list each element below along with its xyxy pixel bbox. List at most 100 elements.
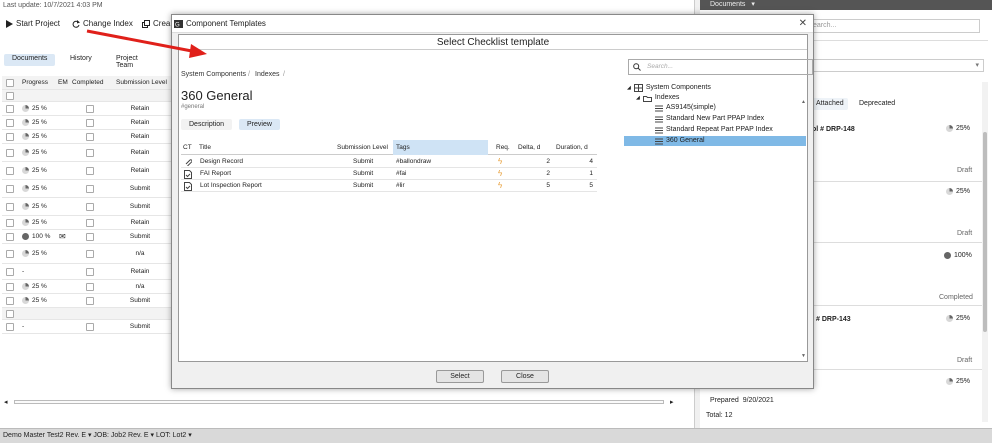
scroll-down-icon[interactable]: ▼ [801,353,806,359]
row-checkbox[interactable] [6,202,14,211]
row-checkbox[interactable] [6,282,14,291]
progress-pie-icon [946,315,953,322]
close-button[interactable]: Close [501,370,549,383]
completed-checkbox[interactable] [86,267,94,276]
completed-checkbox[interactable] [86,118,94,127]
table-row[interactable] [2,308,172,320]
collapse-icon[interactable]: ◢ [627,83,631,93]
lightning-icon: ϟ [498,169,503,178]
table-row[interactable]: 25 % Submit [2,198,172,216]
row-title[interactable]: Design Record [200,156,243,168]
scrollbar-track[interactable] [14,400,664,404]
table-row[interactable]: 25 % n/a [2,244,172,264]
row-duration: 5 [589,182,593,189]
table-row[interactable]: 100 % ✉ Submit [2,230,172,244]
completed-checkbox[interactable] [86,202,94,211]
table-row[interactable]: 25 % Retain [2,130,172,144]
documents-search-input[interactable]: earch... [810,19,980,33]
completed-checkbox[interactable] [86,148,94,157]
completed-checkbox[interactable] [86,232,94,241]
tree-node-indexes[interactable]: ◢ Indexes [636,93,679,103]
row-checkbox[interactable] [6,249,14,258]
scroll-right-icon[interactable]: ▸ [670,398,674,406]
tree-node-template[interactable]: AS9145(simple) [624,103,806,113]
tree-node-template[interactable]: Standard Repeat Part PPAP Index [624,125,806,135]
table-row[interactable]: 25 % Submit [2,180,172,198]
tree-node-template[interactable]: Standard New Part PPAP Index [624,114,806,124]
completed-checkbox[interactable] [86,249,94,258]
scroll-up-icon[interactable]: ▲ [801,99,806,105]
table-row[interactable]: 25 % Retain [2,216,172,230]
table-row[interactable]: - Retain [2,264,172,280]
row-title[interactable]: Lot Inspection Report [200,180,262,192]
row-submission-level: Submit [353,182,374,189]
completed-checkbox[interactable] [86,322,94,331]
chevron-down-icon[interactable]: ▾ [186,432,192,439]
table-row[interactable]: 25 % Submit [2,294,172,308]
row-checkbox[interactable] [6,118,14,127]
row-checkbox[interactable] [6,267,14,276]
completed-checkbox[interactable] [86,166,94,175]
tree-node-template[interactable]: 360 General [624,136,806,146]
table-row[interactable]: Lot Inspection Report Submit #lir ϟ 5 5 [181,180,597,192]
table-row[interactable]: 25 % n/a [2,280,172,294]
chevron-down-icon[interactable]: ▾ [149,432,156,439]
scroll-left-icon[interactable]: ◂ [4,398,8,406]
row-checkbox[interactable] [6,322,14,331]
tab-deprecated[interactable]: Deprecated [855,98,899,110]
close-icon[interactable]: ✕ [799,15,807,33]
filter-select[interactable]: ▾ [812,59,984,72]
tree-node-system-components[interactable]: ◢ System Components [627,83,711,93]
table-row[interactable]: - Submit [2,320,172,334]
header-tags[interactable]: Tags [393,140,488,155]
table-row[interactable] [2,90,172,102]
doc-title[interactable]: # DRP-143 [816,316,851,323]
dialog-titlebar: G Component Templates ✕ [172,15,813,33]
completed-checkbox[interactable] [86,184,94,193]
completed-checkbox[interactable] [86,132,94,141]
doc-title[interactable]: ol # DRP-148 [812,126,855,133]
select-button[interactable]: Select [436,370,484,383]
select-all-checkbox[interactable] [6,78,14,87]
tab-description[interactable]: Description [181,119,233,130]
row-checkbox[interactable] [6,91,14,100]
table-row[interactable]: Design Record Submit #ballondraw ϟ 2 4 [181,156,597,168]
completed-checkbox[interactable] [86,282,94,291]
table-row[interactable]: FAI Report Submit #fai ϟ 2 1 [181,168,597,180]
horizontal-scrollbar[interactable]: ◂ ▸ [0,397,694,407]
row-checkbox[interactable] [6,166,14,175]
breadcrumb-indexes[interactable]: Indexes [255,71,280,78]
row-checkbox[interactable] [6,232,14,241]
row-checkbox[interactable] [6,184,14,193]
completed-checkbox[interactable] [86,218,94,227]
breadcrumb-system-components[interactable]: System Components [181,71,246,78]
documents-scrollbar[interactable] [982,82,988,422]
start-project-button[interactable]: Start Project [6,19,60,28]
row-checkbox[interactable] [6,309,14,318]
row-checkbox[interactable] [6,104,14,113]
change-index-button[interactable]: Change Index [72,19,133,28]
completed-checkbox[interactable] [86,104,94,113]
tab-documents[interactable]: Documents [4,54,56,66]
row-title[interactable]: FAI Report [200,168,231,180]
row-checkbox[interactable] [6,218,14,227]
job-selector[interactable]: JOB: Job2 Rev. E [93,432,148,439]
table-row[interactable]: 25 % Retain [2,144,172,162]
template-search-input[interactable]: Search... [628,59,813,75]
row-checkbox[interactable] [6,148,14,157]
collapse-icon[interactable]: ◢ [636,93,640,103]
lot-selector[interactable]: LOT: Lot2 [156,432,186,439]
submission-level: Retain [130,149,150,156]
project-selector[interactable]: Demo Master Test2 Rev. E [3,432,86,439]
scrollbar-thumb[interactable] [983,132,987,332]
create-button[interactable]: Crea [142,19,170,28]
tab-attached[interactable]: Attached [812,98,848,110]
chevron-down-icon[interactable]: ▾ [751,1,755,8]
row-checkbox[interactable] [6,132,14,141]
row-checkbox[interactable] [6,296,14,305]
tab-preview[interactable]: Preview [239,119,280,130]
table-row[interactable]: 25 % Retain [2,162,172,180]
table-row[interactable]: 25 % Retain [2,116,172,130]
table-row[interactable]: 25 % Retain [2,102,172,116]
completed-checkbox[interactable] [86,296,94,305]
